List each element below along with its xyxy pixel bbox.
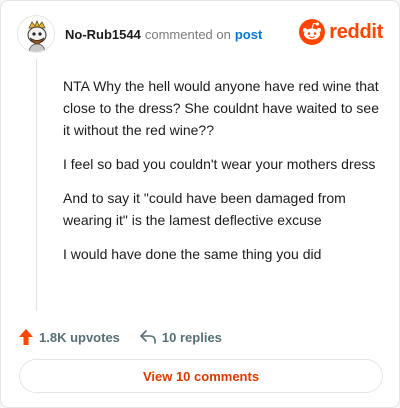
comment-meta: No-Rub1544 commented on post [65, 27, 262, 42]
comment-paragraph: I would have done the same thing you did [63, 246, 322, 262]
reply-arrow-icon [140, 330, 156, 344]
comment-paragraph: And to say it "could have been damaged f… [63, 190, 346, 228]
username-link[interactable]: No-Rub1544 [65, 27, 141, 42]
upvote-count: 1.8K upvotes [39, 329, 120, 345]
avatar-icon [18, 16, 54, 52]
action-text: commented on [144, 26, 231, 42]
comment-actions: 1.8K upvotes 10 replies [19, 327, 222, 347]
comment-paragraph: NTA Why the hell would anyone have red w… [63, 78, 379, 138]
replies-button[interactable]: 10 replies [140, 330, 222, 345]
user-avatar[interactable] [17, 15, 55, 53]
comment-header: No-Rub1544 commented on post reddit [17, 15, 383, 53]
brand-wordmark: reddit [329, 20, 383, 43]
comment-card: No-Rub1544 commented on post reddit NTA … [0, 0, 400, 408]
reddit-logo[interactable]: reddit [299, 19, 383, 45]
comment-body: NTA Why the hell would anyone have red w… [63, 75, 381, 277]
upvote-arrow-icon [19, 329, 33, 345]
upvote-button[interactable]: 1.8K upvotes [19, 329, 120, 345]
comment-paragraph: I feel so bad you couldn't wear your mot… [63, 156, 376, 172]
thread-line [36, 59, 37, 311]
reply-count: 10 replies [161, 329, 222, 345]
post-link[interactable]: post [235, 27, 262, 42]
view-comments-button[interactable]: View 10 comments [19, 359, 383, 393]
reddit-snoo-icon [299, 19, 326, 45]
